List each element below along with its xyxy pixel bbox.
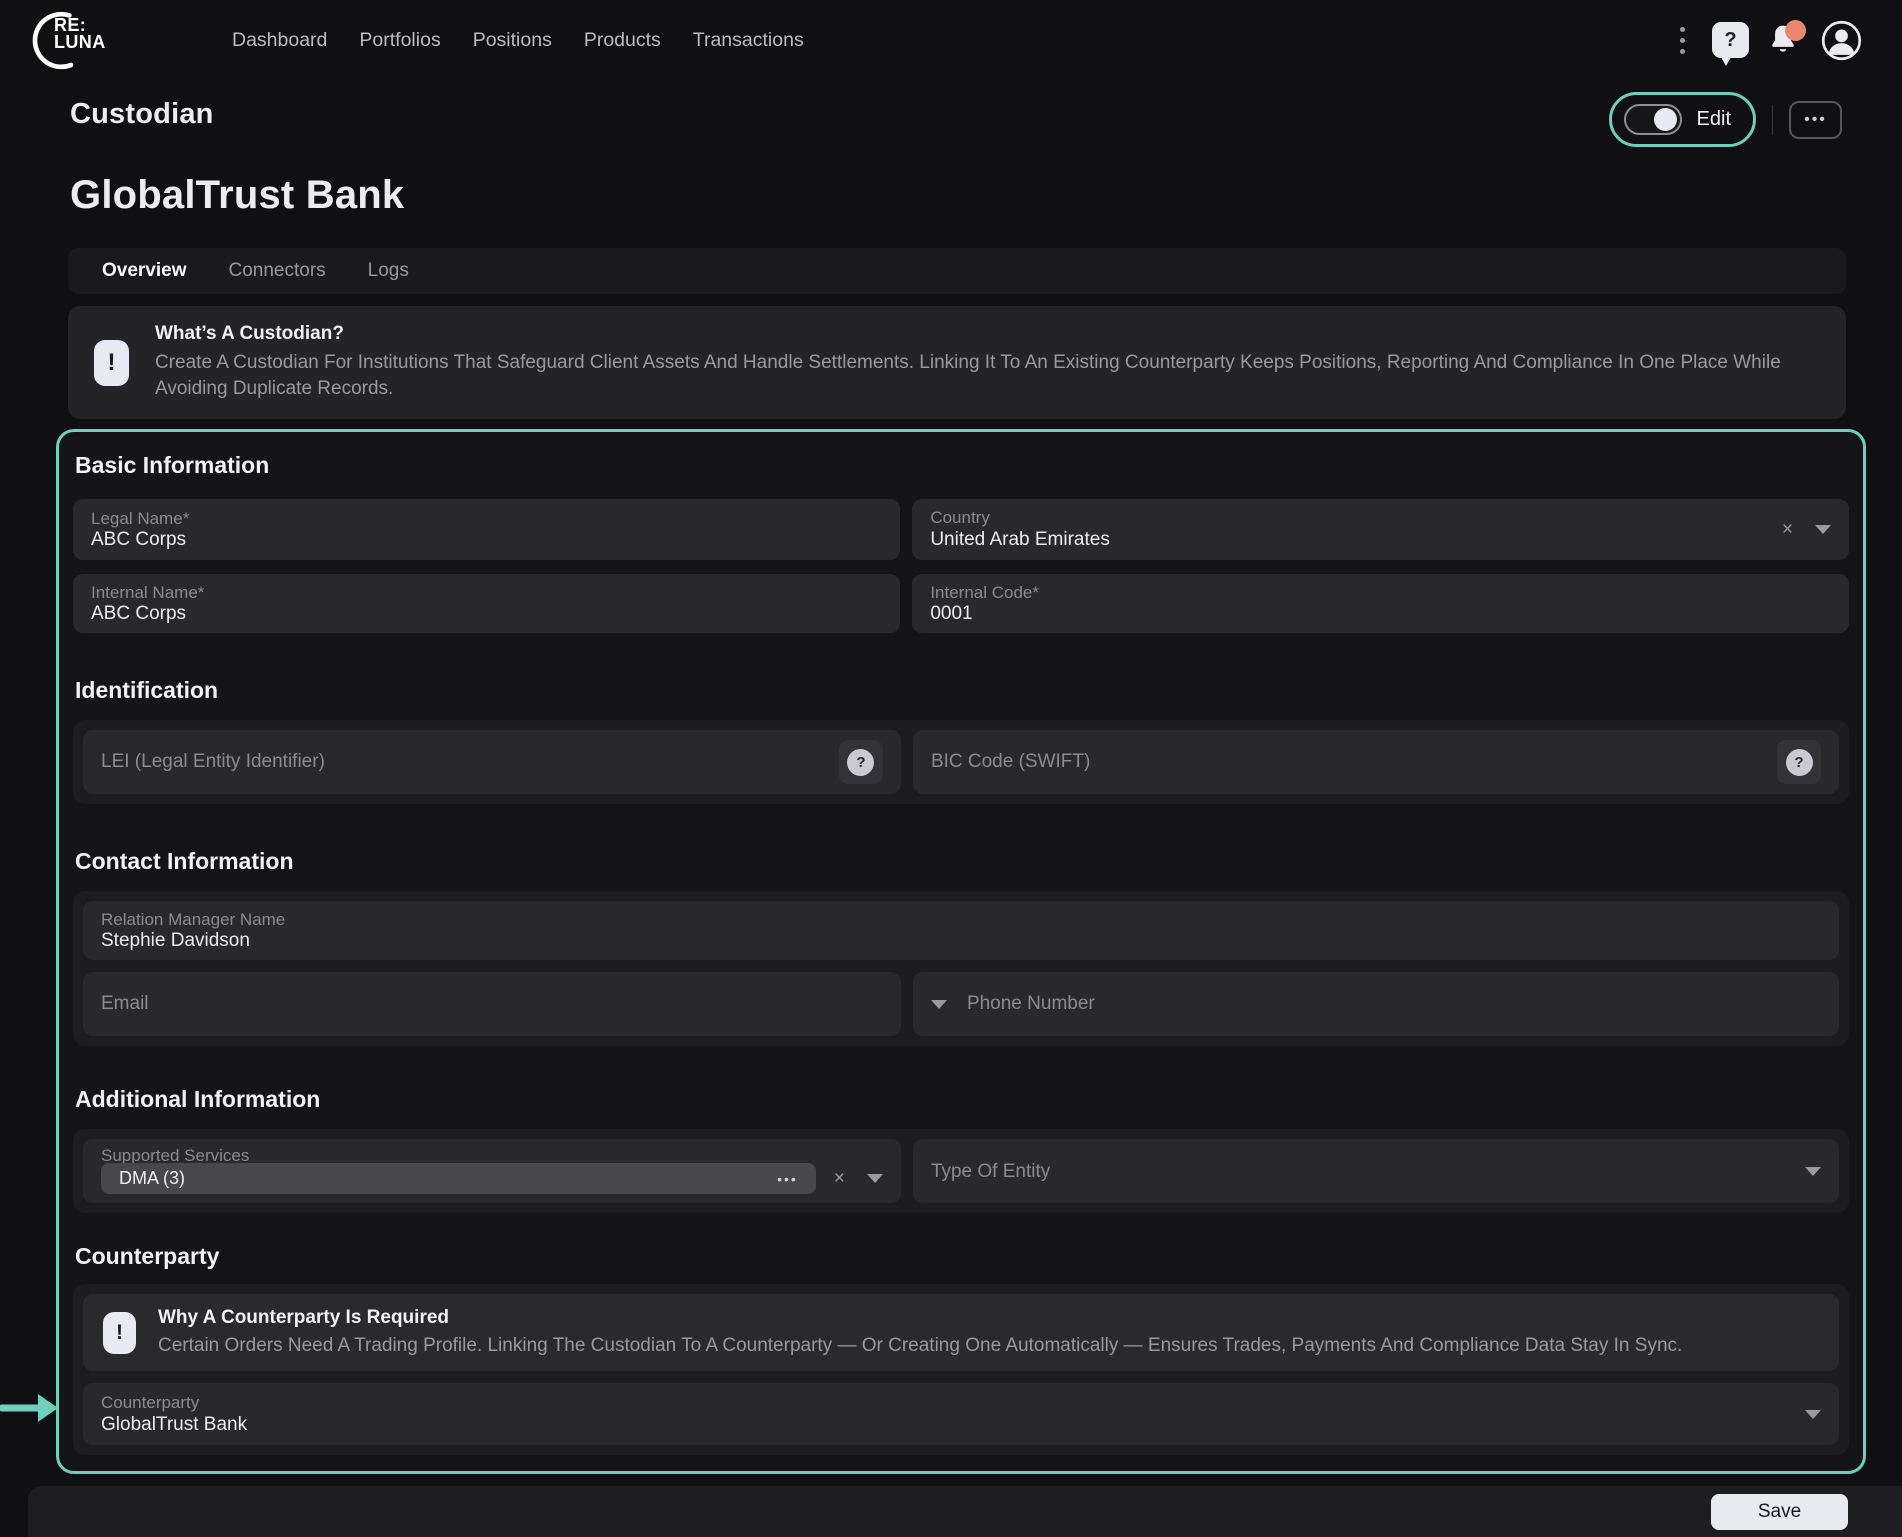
phone-input[interactable] (967, 993, 1821, 1015)
more-options-button[interactable]: ••• (1789, 101, 1842, 139)
email-input[interactable] (101, 993, 883, 1015)
pointer-arrow-icon (0, 1389, 74, 1427)
legal-name-label: Legal Name* (91, 508, 882, 529)
relation-manager-field[interactable]: Relation Manager Name (83, 901, 1839, 960)
edit-toggle-label: Edit (1697, 108, 1731, 131)
phone-field[interactable] (913, 972, 1839, 1036)
divider (1772, 105, 1773, 135)
lei-input[interactable] (101, 751, 839, 773)
app-logo[interactable]: RE: LUNA (26, 8, 110, 72)
bic-field[interactable]: ? (913, 730, 1839, 794)
internal-name-input[interactable] (91, 603, 882, 625)
supported-services-chevron-down-icon[interactable] (867, 1174, 883, 1183)
section-title-basic-information: Basic Information (73, 452, 1849, 479)
form-footer: Save (28, 1486, 1902, 1537)
edit-toggle[interactable]: Edit (1609, 92, 1756, 147)
page-title: GlobalTrust Bank (56, 173, 1846, 218)
section-title-counterparty: Counterparty (73, 1243, 1849, 1270)
logo-text: RE: LUNA (54, 17, 106, 51)
phone-country-chevron-down-icon[interactable] (931, 1000, 947, 1009)
main-nav: Dashboard Portfolios Positions Products … (232, 29, 804, 52)
legal-name-input[interactable] (91, 529, 882, 551)
counterparty-label: Counterparty (101, 1392, 1805, 1413)
type-of-entity-select[interactable]: Type Of Entity (913, 1139, 1839, 1203)
topbar-actions: ? (1670, 20, 1862, 61)
chip-ellipsis-icon[interactable]: ••• (777, 1171, 798, 1187)
country-select[interactable]: Country United Arab Emirates × (912, 499, 1849, 560)
counterparty-panel: ! Why A Counterparty Is Required Certain… (73, 1284, 1849, 1455)
relation-manager-label: Relation Manager Name (101, 909, 1821, 930)
counterparty-chevron-down-icon[interactable] (1805, 1410, 1821, 1419)
supported-services-chip[interactable]: DMA (3) ••• (101, 1163, 816, 1194)
top-navigation-bar: RE: LUNA Dashboard Portfolios Positions … (0, 0, 1902, 80)
nav-item-products[interactable]: Products (584, 29, 661, 52)
tab-logs[interactable]: Logs (368, 260, 409, 282)
internal-code-field[interactable]: Internal Code* (912, 574, 1849, 633)
help-icon[interactable]: ? (1712, 22, 1749, 58)
internal-name-label: Internal Name* (91, 582, 882, 603)
counterparty-select[interactable]: Counterparty GlobalTrust Bank (83, 1383, 1839, 1445)
type-of-entity-chevron-down-icon[interactable] (1805, 1167, 1821, 1176)
contact-panel: Relation Manager Name (73, 891, 1849, 1046)
counterparty-callout-body: Certain Orders Need A Trading Profile. L… (158, 1333, 1682, 1358)
lei-field[interactable]: ? (83, 730, 901, 794)
email-field[interactable] (83, 972, 901, 1036)
country-chevron-down-icon[interactable] (1815, 525, 1831, 534)
section-title-contact-information: Contact Information (73, 848, 1849, 875)
notification-badge (1785, 20, 1806, 41)
internal-code-label: Internal Code* (930, 582, 1831, 603)
section-title-additional-information: Additional Information (73, 1086, 1849, 1113)
supported-services-field[interactable]: Supported Services DMA (3) ••• × (83, 1139, 901, 1203)
identification-panel: ? ? (73, 720, 1849, 804)
relation-manager-input[interactable] (101, 930, 1821, 952)
help-glyph: ? (1724, 29, 1736, 52)
legal-name-field[interactable]: Legal Name* (73, 499, 900, 560)
bic-help-icon[interactable]: ? (1777, 740, 1821, 784)
additional-panel: Supported Services DMA (3) ••• × Type Of (73, 1129, 1849, 1213)
nav-item-portfolios[interactable]: Portfolios (359, 29, 440, 52)
bic-input[interactable] (931, 751, 1777, 773)
internal-code-input[interactable] (930, 603, 1831, 625)
tab-bar: Overview Connectors Logs (68, 248, 1846, 294)
counterparty-callout-title: Why A Counterparty Is Required (158, 1307, 1682, 1329)
kebab-menu-icon[interactable] (1670, 21, 1695, 60)
country-clear-icon[interactable]: × (1782, 520, 1793, 539)
section-title-identification: Identification (73, 677, 1849, 704)
nav-item-dashboard[interactable]: Dashboard (232, 29, 327, 52)
type-of-entity-placeholder: Type Of Entity (931, 1161, 1805, 1182)
country-value: United Arab Emirates (930, 528, 1764, 552)
edit-toggle-switch[interactable] (1624, 104, 1682, 135)
alert-icon: ! (103, 1312, 136, 1354)
save-button[interactable]: Save (1711, 1494, 1848, 1530)
header-actions: Edit ••• (1609, 92, 1842, 147)
callout-title: What’s A Custodian? (155, 323, 1815, 345)
tab-overview[interactable]: Overview (102, 260, 187, 282)
nav-item-transactions[interactable]: Transactions (693, 29, 804, 52)
nav-item-positions[interactable]: Positions (473, 29, 552, 52)
internal-name-field[interactable]: Internal Name* (73, 574, 900, 633)
custodian-form: Basic Information Legal Name* Country Un… (56, 429, 1866, 1474)
ellipsis-icon: ••• (1804, 111, 1827, 129)
custodian-info-callout: ! What’s A Custodian? Create A Custodian… (68, 306, 1846, 419)
toggle-knob (1654, 108, 1677, 131)
alert-icon: ! (94, 340, 129, 386)
supported-services-clear-icon[interactable]: × (834, 1169, 845, 1188)
counterparty-info-callout: ! Why A Counterparty Is Required Certain… (83, 1294, 1839, 1371)
page-eyebrow: Custodian (70, 98, 214, 131)
counterparty-value: GlobalTrust Bank (101, 1413, 1805, 1437)
lei-help-icon[interactable]: ? (839, 740, 883, 784)
country-label: Country (930, 507, 1764, 528)
notifications-bell-icon[interactable] (1766, 21, 1804, 59)
tab-connectors[interactable]: Connectors (229, 260, 326, 282)
supported-services-value: DMA (3) (119, 1168, 185, 1189)
user-avatar[interactable] (1821, 20, 1862, 61)
callout-body: Create A Custodian For Institutions That… (155, 350, 1815, 402)
